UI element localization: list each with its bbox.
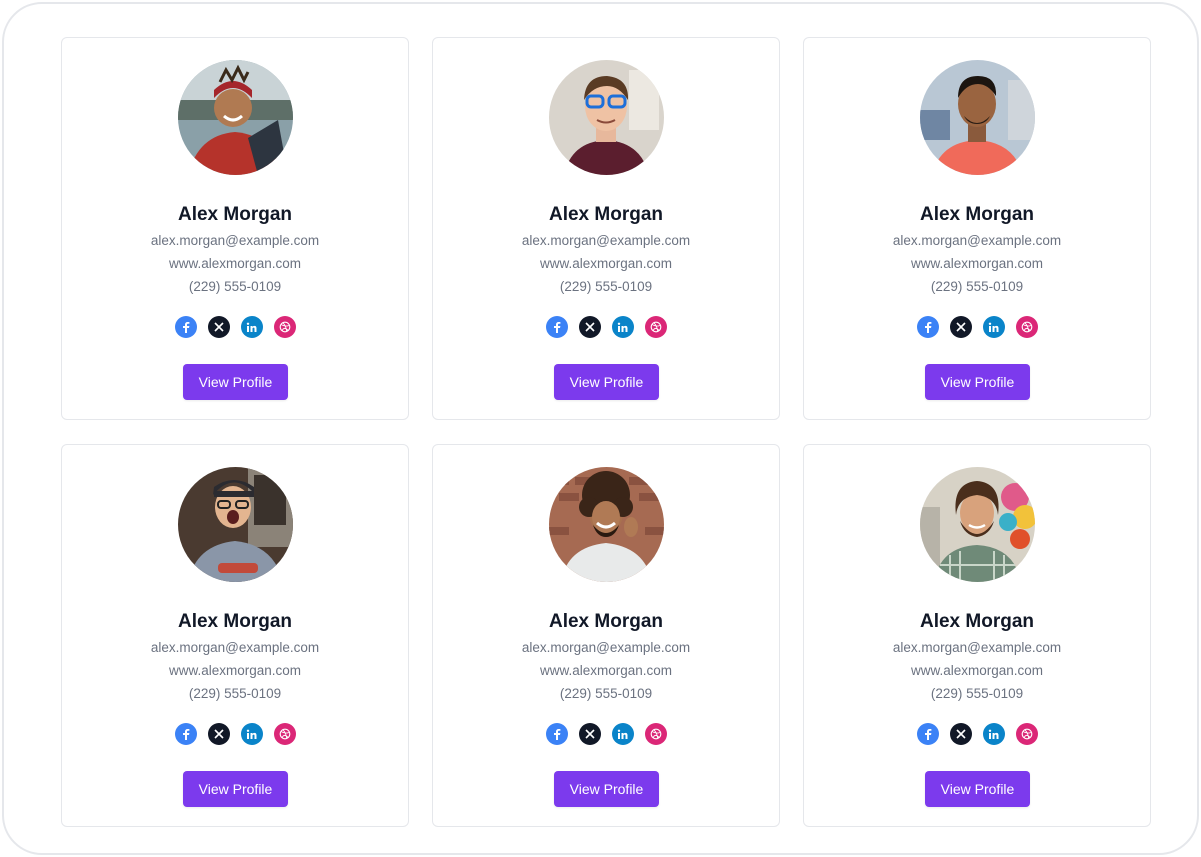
dribbble-icon[interactable] bbox=[644, 723, 667, 745]
social-links bbox=[62, 316, 408, 338]
profile-phone: (229) 555-0109 bbox=[188, 279, 282, 294]
dribbble-icon[interactable] bbox=[273, 723, 296, 745]
profile-card: Alex Morgan alex.morgan@example.com www.… bbox=[803, 37, 1151, 420]
x-icon[interactable] bbox=[578, 723, 601, 745]
avatar bbox=[549, 467, 664, 582]
facebook-icon[interactable] bbox=[545, 723, 568, 745]
linkedin-icon[interactable] bbox=[611, 316, 634, 338]
facebook-icon[interactable] bbox=[916, 723, 939, 745]
profile-phone: (229) 555-0109 bbox=[559, 686, 653, 701]
linkedin-icon[interactable] bbox=[611, 723, 634, 745]
linkedin-icon[interactable] bbox=[982, 316, 1005, 338]
profile-name: Alex Morgan bbox=[548, 204, 664, 225]
profile-email: alex.morgan@example.com bbox=[150, 640, 320, 655]
avatar bbox=[549, 60, 664, 175]
avatar bbox=[920, 467, 1035, 582]
avatar bbox=[920, 60, 1035, 175]
profile-phone: (229) 555-0109 bbox=[930, 279, 1024, 294]
view-profile-button[interactable]: View Profile bbox=[554, 364, 659, 400]
profile-card: Alex Morgan alex.morgan@example.com www.… bbox=[803, 444, 1151, 827]
profile-phone: (229) 555-0109 bbox=[930, 686, 1024, 701]
profile-phone: (229) 555-0109 bbox=[559, 279, 653, 294]
profile-name: Alex Morgan bbox=[919, 611, 1035, 632]
profile-website: www.alexmorgan.com bbox=[539, 256, 673, 271]
social-links bbox=[804, 316, 1150, 338]
dribbble-icon[interactable] bbox=[1015, 316, 1038, 338]
facebook-icon[interactable] bbox=[174, 723, 197, 745]
view-profile-button[interactable]: View Profile bbox=[925, 771, 1030, 807]
social-links bbox=[62, 723, 408, 745]
x-icon[interactable] bbox=[578, 316, 601, 338]
avatar bbox=[178, 60, 293, 175]
social-links bbox=[433, 723, 779, 745]
x-icon[interactable] bbox=[949, 316, 972, 338]
profile-website: www.alexmorgan.com bbox=[168, 256, 302, 271]
linkedin-icon[interactable] bbox=[240, 316, 263, 338]
dribbble-icon[interactable] bbox=[1015, 723, 1038, 745]
profile-name: Alex Morgan bbox=[548, 611, 664, 632]
page-frame: Alex Morgan alex.morgan@example.com www.… bbox=[2, 2, 1199, 855]
profile-card: Alex Morgan alex.morgan@example.com www.… bbox=[61, 444, 409, 827]
x-icon[interactable] bbox=[949, 723, 972, 745]
profile-card: Alex Morgan alex.morgan@example.com www.… bbox=[61, 37, 409, 420]
profile-name: Alex Morgan bbox=[919, 204, 1035, 225]
social-links bbox=[804, 723, 1150, 745]
social-links bbox=[433, 316, 779, 338]
profile-email: alex.morgan@example.com bbox=[150, 233, 320, 248]
linkedin-icon[interactable] bbox=[240, 723, 263, 745]
profile-email: alex.morgan@example.com bbox=[892, 640, 1062, 655]
view-profile-button[interactable]: View Profile bbox=[925, 364, 1030, 400]
view-profile-button[interactable]: View Profile bbox=[554, 771, 659, 807]
view-profile-button[interactable]: View Profile bbox=[183, 364, 288, 400]
facebook-icon[interactable] bbox=[916, 316, 939, 338]
dribbble-icon[interactable] bbox=[273, 316, 296, 338]
profile-email: alex.morgan@example.com bbox=[892, 233, 1062, 248]
linkedin-icon[interactable] bbox=[982, 723, 1005, 745]
profile-card: Alex Morgan alex.morgan@example.com www.… bbox=[432, 37, 780, 420]
avatar bbox=[178, 467, 293, 582]
facebook-icon[interactable] bbox=[174, 316, 197, 338]
profile-website: www.alexmorgan.com bbox=[910, 256, 1044, 271]
profile-website: www.alexmorgan.com bbox=[910, 663, 1044, 678]
profile-phone: (229) 555-0109 bbox=[188, 686, 282, 701]
dribbble-icon[interactable] bbox=[644, 316, 667, 338]
profile-email: alex.morgan@example.com bbox=[521, 233, 691, 248]
x-icon[interactable] bbox=[207, 316, 230, 338]
profile-card-grid: Alex Morgan alex.morgan@example.com www.… bbox=[61, 37, 1151, 827]
view-profile-button[interactable]: View Profile bbox=[183, 771, 288, 807]
profile-website: www.alexmorgan.com bbox=[539, 663, 673, 678]
profile-name: Alex Morgan bbox=[177, 204, 293, 225]
profile-website: www.alexmorgan.com bbox=[168, 663, 302, 678]
profile-card: Alex Morgan alex.morgan@example.com www.… bbox=[432, 444, 780, 827]
facebook-icon[interactable] bbox=[545, 316, 568, 338]
profile-name: Alex Morgan bbox=[177, 611, 293, 632]
profile-email: alex.morgan@example.com bbox=[521, 640, 691, 655]
x-icon[interactable] bbox=[207, 723, 230, 745]
